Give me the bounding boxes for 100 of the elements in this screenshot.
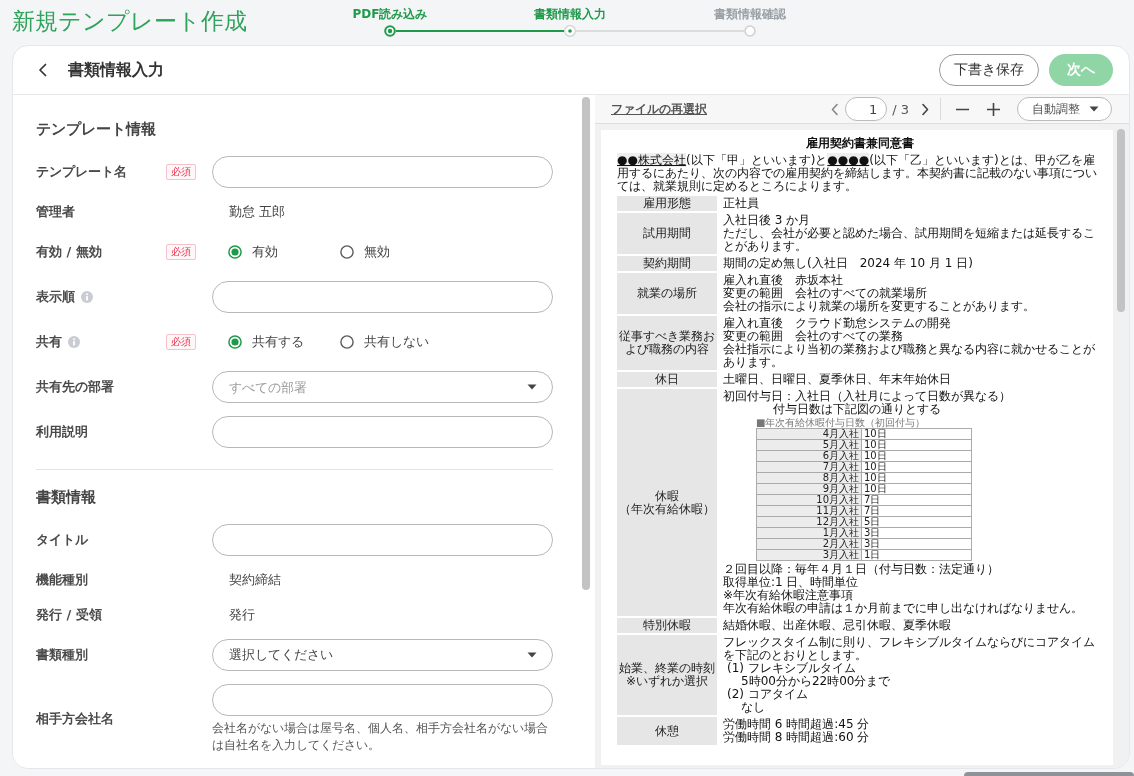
dropdown-field[interactable]: すべての部署: [212, 371, 553, 403]
field-value: 勤怠 五郎: [229, 203, 286, 221]
table-cell: 10日: [861, 472, 972, 484]
field-label: 書類種別: [36, 646, 88, 664]
cell-text: (2) コアタイム: [727, 688, 808, 701]
table-cell: 8月入社: [756, 472, 862, 484]
table-cell: 1月入社: [756, 527, 862, 539]
table-cell: 2月入社: [756, 538, 862, 550]
cell-text: 5時00分から22時00分まで: [741, 675, 891, 688]
page-number-input[interactable]: 1: [845, 97, 888, 121]
table-cell: 11月入社: [756, 505, 862, 517]
cell-text: 変更の範囲 会社のすべての業務: [723, 330, 903, 343]
field-label: テンプレート名: [36, 163, 127, 181]
row-label-cell: 始業、終業の時刻 ※いずれか選択: [617, 635, 717, 715]
cell-text: 入社日後 3 か月: [723, 214, 811, 227]
cell-text: (1) フレキシブルタイム: [727, 662, 856, 675]
zoom-dropdown[interactable]: 自動調整: [1017, 97, 1112, 121]
field-label: タイトル: [36, 531, 88, 549]
radio-icon[interactable]: [228, 245, 242, 259]
cell-text: 取得単位:1 日、時間単位: [723, 576, 859, 589]
field-label: 利用説明: [36, 423, 88, 441]
field-label: 管理者: [36, 203, 75, 221]
cell-text: 結婚休暇、出産休暇、忌引休暇、夏季休暇: [723, 619, 951, 632]
help-text: 会社名がない場合は屋号名、個人名、相手方会社名がない場合は自社名を入力してください。: [212, 720, 549, 754]
field-label: 共有先の部署: [36, 378, 114, 396]
table-cell: 10日: [861, 428, 972, 440]
scrollbar[interactable]: [964, 772, 1134, 776]
radio-label[interactable]: 共有する: [252, 333, 304, 351]
plus-icon[interactable]: [986, 101, 1001, 117]
required-badge: 必須: [166, 334, 196, 350]
cell-text: 変更の範囲 会社のすべての就業場所: [723, 287, 927, 300]
table-cell: 1日: [861, 549, 972, 561]
table-cell: 5日: [861, 516, 972, 528]
table-cell: 4月入社: [756, 428, 862, 440]
radio-icon[interactable]: [340, 245, 354, 259]
text-input[interactable]: [212, 281, 553, 313]
cell-text: 雇入れ直後 赤坂本社: [723, 274, 843, 287]
caret-down-icon[interactable]: [1089, 106, 1099, 112]
page-count: / 3: [892, 101, 909, 117]
table-cell: 10日: [861, 483, 972, 495]
reselect-file-link[interactable]: ファイルの再選択: [611, 100, 707, 118]
text-input[interactable]: [212, 156, 553, 188]
field-value: 契約締結: [229, 571, 281, 589]
cell-text: ２回目以降：毎年４月１日（付与日数：法定通り）: [723, 563, 999, 576]
scrollbar[interactable]: [1117, 129, 1125, 312]
table-cell: 9月入社: [756, 483, 862, 495]
cell-text: 初回付与日：入社日（入社月によって日数が異なる）: [723, 390, 1011, 403]
field-label: 表示順: [36, 288, 75, 306]
radio-icon[interactable]: [340, 335, 354, 349]
radio-label[interactable]: 有効: [252, 243, 278, 261]
table-cell: 7日: [861, 494, 972, 506]
document-paragraph: ●●株式会社(以下「甲」といいます)と●●●●(以下「乙」といいます)とは、甲が乙を雇用するにあたり、次の内容での雇用契約を締結します。本契約書に記載のない事項については、就業規則に定めるところによります。: [617, 154, 1098, 193]
cell-text: 会社の指示により就業の場所を変更することがあります。: [723, 300, 1035, 313]
step-label: PDF読み込み: [352, 7, 428, 21]
table-cell: 10日: [861, 461, 972, 473]
dropdown-field[interactable]: 選択してください: [212, 639, 553, 671]
scrollbar[interactable]: [582, 97, 590, 590]
save-draft-button[interactable]: 下書き保存: [939, 54, 1039, 86]
table-caption: ■年次有給休暇付与日数（初回付与）: [756, 417, 926, 428]
text-input[interactable]: [212, 524, 553, 556]
table-cell: 3月入社: [756, 549, 862, 561]
field-label: 発行 / 受領: [36, 606, 102, 624]
cell-text: 土曜日、日曜日、夏季休日、年末年始休日: [723, 373, 951, 386]
table-cell: 6月入社: [756, 450, 862, 462]
radio-icon[interactable]: [228, 335, 242, 349]
text-input[interactable]: [212, 416, 553, 448]
table-cell: 3日: [861, 538, 972, 550]
field-label: 機能種別: [36, 571, 88, 589]
radio-label[interactable]: 共有しない: [364, 333, 429, 351]
page-title: 書類情報入力: [68, 59, 164, 81]
caret-down-icon[interactable]: [527, 384, 537, 390]
caret-down-icon[interactable]: [527, 652, 537, 658]
field-value: 発行: [229, 606, 255, 624]
table-cell: 5月入社: [756, 439, 862, 451]
required-badge: 必須: [166, 164, 196, 180]
step-label: 書類情報入力: [534, 7, 606, 21]
text-input[interactable]: [212, 684, 553, 716]
table-cell: 7月入社: [756, 461, 862, 473]
chevron-left-icon[interactable]: [37, 63, 49, 77]
radio-label[interactable]: 無効: [364, 243, 390, 261]
step-label: 書類情報確認: [714, 7, 786, 21]
app-title: 新規テンプレート作成: [12, 7, 247, 35]
field-label: 相手方会社名: [36, 710, 114, 728]
cell-text: フレックスタイム制に則り、フレキシブルタイムならびにコアタイムを下記のとおりとします。: [723, 636, 1096, 662]
cell-text: ただし、会社が必要と認めた場合、試用期間を短縮または延長することがあります。: [723, 227, 1096, 253]
required-badge: 必須: [166, 244, 196, 260]
row-label-cell: 休憩: [617, 717, 717, 745]
row-label-cell: 契約期間: [617, 256, 717, 271]
table-cell: 10日: [861, 439, 972, 451]
cell-text: 年次有給休暇の申請は１か月前までに申し出なければなりません。: [723, 602, 1083, 615]
section-heading: 書類情報: [36, 487, 96, 507]
chevron-right-icon[interactable]: [921, 102, 930, 116]
cell-text: 雇入れ直後 クラウド勤怠システムの開発: [723, 317, 951, 330]
row-label-cell: 従事すべき業務お よび職務の内容: [617, 316, 717, 370]
table-cell: 10日: [861, 450, 972, 462]
row-label-cell: 試用期間: [617, 213, 717, 254]
section-heading: テンプレート情報: [36, 119, 156, 139]
field-label: 共有: [36, 333, 62, 351]
row-label-cell: 休日: [617, 372, 717, 387]
row-label-cell: 雇用形態: [617, 196, 717, 211]
